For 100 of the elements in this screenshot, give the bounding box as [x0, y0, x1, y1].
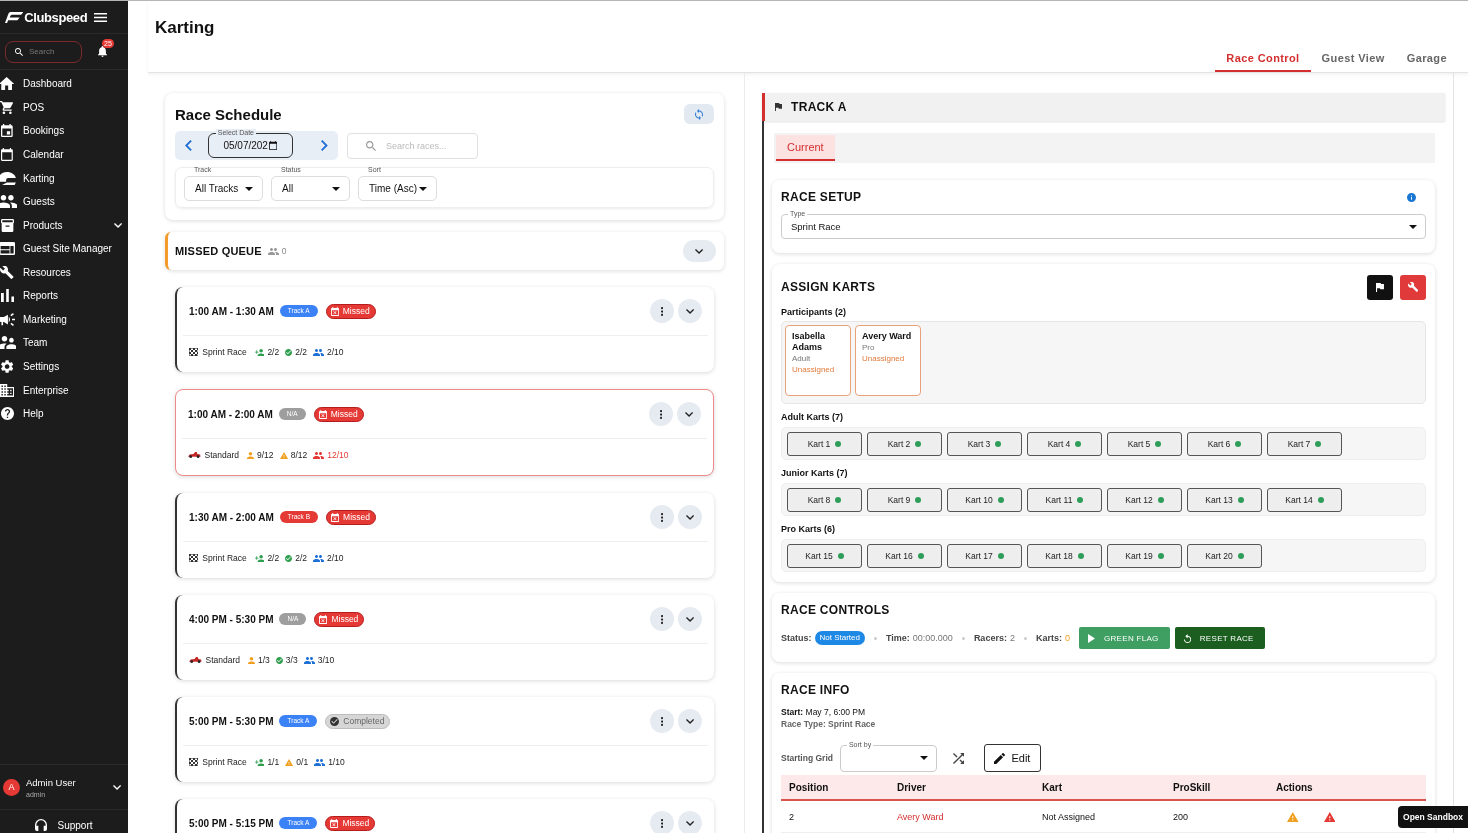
nav-item[interactable]: Help [0, 401, 128, 426]
nav-item[interactable]: Dashboard [0, 72, 128, 96]
kart-button[interactable]: Kart 15 [787, 543, 862, 568]
expand-button[interactable] [678, 709, 702, 733]
menu-button[interactable] [93, 12, 107, 22]
nav-item[interactable]: Karting [0, 166, 128, 190]
stat-value: 2/2 [267, 347, 280, 357]
race-status: Not Started [814, 631, 865, 645]
assignment-status: Unassigned [862, 353, 905, 364]
kart-button[interactable]: Kart 3 [947, 431, 1022, 456]
search-icon [366, 140, 376, 151]
nav-item[interactable]: Bookings [0, 119, 128, 143]
edit-button[interactable]: Edit [983, 744, 1041, 772]
kart-button[interactable]: Kart 18 [1027, 543, 1102, 568]
kart-button[interactable]: Kart 17 [947, 543, 1022, 568]
nav-item[interactable]: Reports [0, 284, 128, 308]
wrench-button[interactable] [1400, 274, 1426, 300]
user-menu-button[interactable] [112, 784, 121, 790]
nav-item[interactable]: Team [0, 331, 128, 355]
select-value: All Tracks [195, 183, 239, 194]
select-field[interactable]: All [271, 176, 350, 201]
shuffle-button[interactable] [952, 752, 964, 764]
more-button[interactable] [650, 709, 674, 733]
expand-button[interactable] [683, 240, 716, 262]
nav-item[interactable]: Guest Site Manager [0, 236, 128, 261]
expand-button[interactable] [678, 299, 702, 323]
select-field[interactable]: Time (Asc) [358, 176, 437, 201]
kart-button[interactable]: Kart 8 [787, 487, 862, 512]
kart-button[interactable]: Kart 14 [1267, 487, 1342, 512]
tab[interactable]: Race Control [1215, 46, 1311, 72]
search-field[interactable]: Search [5, 40, 82, 63]
kart-button[interactable]: Kart 19 [1107, 543, 1182, 568]
participant-card[interactable]: Avery Ward Pro Unassigned [855, 325, 921, 396]
kart-button[interactable]: Kart 11 [1027, 487, 1102, 512]
warning-icon[interactable] [1323, 811, 1336, 822]
info-icon[interactable] [1407, 192, 1416, 202]
stat-value: 3/10 [317, 655, 335, 665]
calendar-x-icon [319, 614, 328, 624]
status-text: Missed [331, 614, 359, 624]
nav-item[interactable]: Guests [0, 189, 128, 214]
stat-value: 1/10 [328, 757, 345, 767]
chevron-down-icon [685, 514, 695, 520]
more-button[interactable] [650, 505, 674, 529]
chevron-down-icon [685, 820, 695, 826]
kart-button[interactable]: Kart 10 [947, 487, 1022, 512]
select-field[interactable]: All Tracks [184, 176, 263, 201]
support-link[interactable]: Support [35, 817, 93, 833]
people-icon [0, 195, 18, 209]
kart-button[interactable]: Kart 6 [1187, 431, 1262, 456]
table-cell: 200 [1173, 811, 1189, 822]
more-button[interactable] [650, 299, 674, 323]
more-button[interactable] [650, 811, 674, 833]
open-sandbox-button[interactable]: Open Sandbox [1398, 806, 1468, 828]
nav-item[interactable]: Resources [0, 260, 128, 285]
race-time: 5:00 PM - 5:30 PM [189, 715, 274, 727]
kart-button[interactable]: Kart 5 [1107, 431, 1182, 456]
kart-button[interactable]: Kart 4 [1027, 431, 1102, 456]
tab[interactable]: Current [776, 135, 835, 161]
race-type: Sprint Race [202, 347, 247, 357]
nav-item[interactable]: POS [0, 95, 128, 120]
search-icon [15, 47, 23, 56]
nav-item[interactable]: Settings [0, 354, 128, 379]
nav-item[interactable]: Calendar [0, 142, 128, 167]
expand-button[interactable] [678, 607, 702, 631]
more-icon [659, 409, 663, 419]
kart-button[interactable]: Kart 13 [1187, 487, 1262, 512]
expand-button[interactable] [677, 402, 701, 426]
group-label: Adult Karts (7) [781, 411, 843, 423]
kart-button[interactable]: Kart 20 [1187, 543, 1262, 568]
warning-icon[interactable] [1287, 811, 1299, 822]
nav-item[interactable]: Marketing [0, 307, 128, 332]
next-day-button[interactable] [321, 140, 328, 151]
kart-button[interactable]: Kart 9 [867, 487, 942, 512]
readout-value: 00:00.000 [912, 633, 953, 643]
kart-button[interactable]: Kart 2 [867, 431, 942, 456]
refresh-button[interactable] [684, 104, 714, 124]
expand-button[interactable] [678, 811, 702, 833]
nav-item[interactable]: Enterprise [0, 378, 128, 402]
section-title: RACE INFO [781, 683, 850, 697]
more-button[interactable] [650, 607, 674, 631]
more-button[interactable] [649, 402, 673, 426]
archive-box-icon [0, 218, 14, 232]
tab[interactable]: Garage [1395, 46, 1458, 72]
expand-button[interactable] [678, 505, 702, 529]
driver-link[interactable]: Avery Ward [897, 811, 944, 822]
kart-button[interactable]: Kart 16 [867, 543, 942, 568]
nav-item[interactable]: Products [0, 213, 128, 237]
flag-button[interactable] [1367, 274, 1393, 300]
reset-race-button[interactable]: RESET RACE [1174, 627, 1265, 649]
headset-icon [35, 819, 48, 831]
kart-button[interactable]: Kart 1 [787, 431, 862, 456]
participant-card[interactable]: Isabella Adams Adult Unassigned [785, 325, 851, 396]
checkered-flag-icon [189, 758, 199, 766]
kart-button[interactable]: Kart 12 [1107, 487, 1182, 512]
status-text: Missed [330, 409, 358, 419]
tab[interactable]: Guest View [1310, 46, 1396, 72]
stat-value: 2/2 [295, 553, 308, 563]
kart-button[interactable]: Kart 7 [1267, 431, 1342, 456]
previous-day-button[interactable] [185, 140, 192, 151]
more-icon [660, 614, 664, 624]
